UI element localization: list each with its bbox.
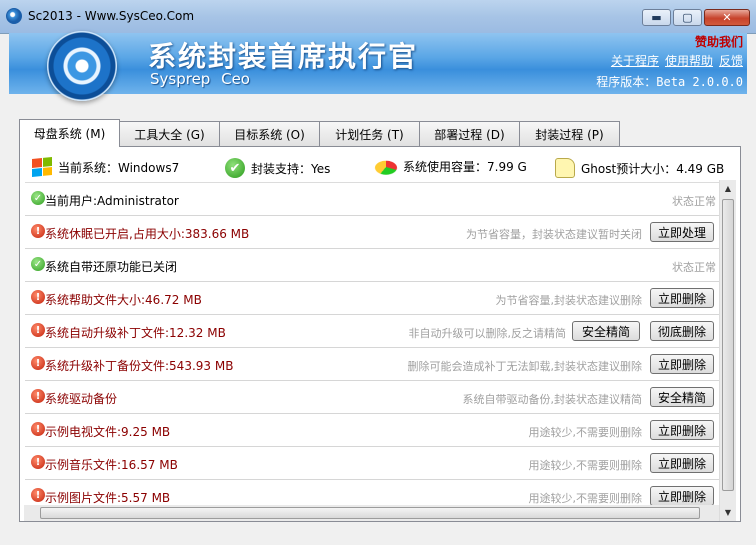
ghost-file-icon xyxy=(555,158,575,178)
delete-completely-button[interactable]: 彻底删除 xyxy=(650,321,714,341)
delete-now-button[interactable]: 立即删除 xyxy=(650,486,714,506)
tab-panel: 当前系统：Windows7 ✔ 封装支持：Yes 系统使用容量：7.99 G G… xyxy=(19,146,741,522)
horizontal-scroll-thumb[interactable] xyxy=(40,507,700,519)
feedback-link[interactable]: 反馈 xyxy=(719,54,743,68)
check-icon: ✔ xyxy=(225,158,245,178)
vertical-scrollbar[interactable]: ▲ ▼ xyxy=(719,180,736,521)
item-hint: 用途较少,不需要则删除 xyxy=(528,492,643,505)
tab-tools[interactable]: 工具大全 (G) xyxy=(119,121,220,146)
version-value: Beta 2.0.0.0 xyxy=(656,75,743,89)
header-banner: 系统封装首席执行官 Sysprep Ceo 赞助我们 关于程序 使用帮助 反馈 程序… xyxy=(9,31,747,101)
horizontal-scrollbar[interactable] xyxy=(24,505,719,521)
brand-subtitle: Sysprep Ceo xyxy=(150,70,250,88)
item-label: 系统休眠已开启,占用大小:383.66 MB xyxy=(45,227,250,241)
pack-support-info: ✔ 封装支持：Yes xyxy=(225,158,330,178)
tab-deploy-process[interactable]: 部署过程 (D) xyxy=(419,121,520,146)
delete-now-button[interactable]: 立即删除 xyxy=(650,453,714,473)
ok-status-icon: ✓ xyxy=(31,257,45,271)
windows-icon xyxy=(32,156,52,178)
tab-target-system[interactable]: 目标系统 (O) xyxy=(219,121,320,146)
used-capacity-info: 系统使用容量：7.99 G xyxy=(373,158,527,175)
brand-title: 系统封装首席执行官 xyxy=(148,40,419,73)
warning-status-icon: ! xyxy=(31,224,45,238)
list-item: ✓ 当前用户:Administrator 状态正常 xyxy=(25,183,722,216)
item-hint: 系统自带驱动备份,封装状态建议精简 xyxy=(462,393,643,406)
item-label: 示例图片文件:5.57 MB xyxy=(45,491,171,505)
item-label: 示例音乐文件:16.57 MB xyxy=(45,458,178,472)
minimize-icon: ▬ xyxy=(651,11,662,24)
list-item: ! 示例电视文件:9.25 MB 用途较少,不需要则删除 立即删除 xyxy=(25,414,722,447)
item-hint: 非自动升级可以删除,反之请精简 xyxy=(408,327,567,340)
item-label: 系统帮助文件大小:46.72 MB xyxy=(45,293,202,307)
list-item: ✓ 系统自带还原功能已关闭 状态正常 xyxy=(25,249,722,282)
item-hint: 为节省容量,封装状态建议删除 xyxy=(495,294,643,307)
item-label: 示例电视文件:9.25 MB xyxy=(45,425,171,439)
delete-now-button[interactable]: 立即删除 xyxy=(650,354,714,374)
delete-now-button[interactable]: 立即删除 xyxy=(650,288,714,308)
list-item: ! 系统自动升级补丁文件:12.32 MB 非自动升级可以删除,反之请精简 安全… xyxy=(25,315,722,348)
ok-status-icon: ✓ xyxy=(31,191,45,205)
maximize-button[interactable]: ▢ xyxy=(673,9,702,26)
item-label: 系统驱动备份 xyxy=(45,392,118,406)
version-info: 程序版本：Beta 2.0.0.0 xyxy=(596,73,743,90)
handle-now-button[interactable]: 立即处理 xyxy=(650,222,714,242)
ghost-size-text: Ghost预计大小：4.49 GB xyxy=(581,161,725,176)
logo-icon xyxy=(47,31,117,101)
ghost-size-info: Ghost预计大小：4.49 GB xyxy=(555,158,724,178)
current-system-text: 当前系统：Windows7 xyxy=(58,160,180,175)
minimize-button[interactable]: ▬ xyxy=(642,9,671,26)
safe-trim-button[interactable]: 安全精简 xyxy=(572,321,640,341)
item-hint: 状态正常 xyxy=(672,261,716,274)
item-label: 系统升级补丁备份文件:543.93 MB xyxy=(45,359,234,373)
check-list: ✓ 当前用户:Administrator 状态正常 ! 系统休眠已开启,占用大小… xyxy=(25,182,722,516)
item-hint: 为节省容量，封装状态建议暂时关闭 xyxy=(466,228,642,241)
scroll-up-icon[interactable]: ▲ xyxy=(720,180,736,197)
title-bar[interactable]: Sc2013 - Www.SysCeo.Com ▬ ▢ ✕ xyxy=(0,0,756,34)
tab-pack-process[interactable]: 封装过程 (P) xyxy=(519,121,620,146)
warning-status-icon: ! xyxy=(31,323,45,337)
close-icon: ✕ xyxy=(722,11,732,24)
tab-strip: 母盘系统 (M) 工具大全 (G) 目标系统 (O) 计划任务 (T) 部署过程… xyxy=(19,119,620,147)
pack-support-text: 封装支持：Yes xyxy=(251,161,331,176)
list-item: ! 示例音乐文件:16.57 MB 用途较少,不需要则删除 立即删除 xyxy=(25,447,722,480)
disk-pie-icon xyxy=(373,160,399,175)
warning-status-icon: ! xyxy=(31,389,45,403)
help-link[interactable]: 使用帮助 xyxy=(665,54,713,68)
version-label: 程序版本： xyxy=(596,75,657,89)
delete-now-button[interactable]: 立即删除 xyxy=(650,420,714,440)
warning-status-icon: ! xyxy=(31,290,45,304)
list-item: ! 系统休眠已开启,占用大小:383.66 MB 为节省容量，封装状态建议暂时关… xyxy=(25,216,722,249)
system-info-bar: 当前系统：Windows7 ✔ 封装支持：Yes 系统使用容量：7.99 G G… xyxy=(30,151,730,181)
window-title: Sc2013 - Www.SysCeo.Com xyxy=(28,9,195,23)
vertical-scroll-thumb[interactable] xyxy=(722,199,734,491)
item-hint: 删除可能会造成补丁无法卸载,封装状态建议删除 xyxy=(407,360,643,373)
sponsor-link[interactable]: 赞助我们 xyxy=(695,33,743,50)
close-button[interactable]: ✕ xyxy=(704,9,750,26)
about-link[interactable]: 关于程序 xyxy=(611,54,659,68)
warning-status-icon: ! xyxy=(31,488,45,502)
used-capacity-text: 系统使用容量：7.99 G xyxy=(403,160,527,174)
list-item: ! 系统驱动备份 系统自带驱动备份,封装状态建议精简 安全精简 xyxy=(25,381,722,414)
list-item: ! 系统帮助文件大小:46.72 MB 为节省容量,封装状态建议删除 立即删除 xyxy=(25,282,722,315)
tab-master-system[interactable]: 母盘系统 (M) xyxy=(19,119,120,147)
safe-trim-button[interactable]: 安全精简 xyxy=(650,387,714,407)
scroll-down-icon[interactable]: ▼ xyxy=(720,504,736,521)
warning-status-icon: ! xyxy=(31,356,45,370)
current-system-info: 当前系统：Windows7 xyxy=(32,156,180,178)
item-hint: 状态正常 xyxy=(672,195,716,208)
warning-status-icon: ! xyxy=(31,455,45,469)
warning-status-icon: ! xyxy=(31,422,45,436)
item-label: 系统自动升级补丁文件:12.32 MB xyxy=(45,326,226,340)
header-links: 关于程序 使用帮助 反馈 xyxy=(605,52,743,69)
list-item: ! 系统升级补丁备份文件:543.93 MB 删除可能会造成补丁无法卸载,封装状… xyxy=(25,348,722,381)
item-label: 系统自带还原功能已关闭 xyxy=(45,260,178,274)
item-hint: 用途较少,不需要则删除 xyxy=(528,426,643,439)
item-label: 当前用户:Administrator xyxy=(45,194,179,208)
item-hint: 用途较少,不需要则删除 xyxy=(528,459,643,472)
tab-scheduled-tasks[interactable]: 计划任务 (T) xyxy=(319,121,420,146)
maximize-icon: ▢ xyxy=(682,11,693,24)
app-icon xyxy=(6,8,22,24)
window-controls: ▬ ▢ ✕ xyxy=(640,9,750,28)
